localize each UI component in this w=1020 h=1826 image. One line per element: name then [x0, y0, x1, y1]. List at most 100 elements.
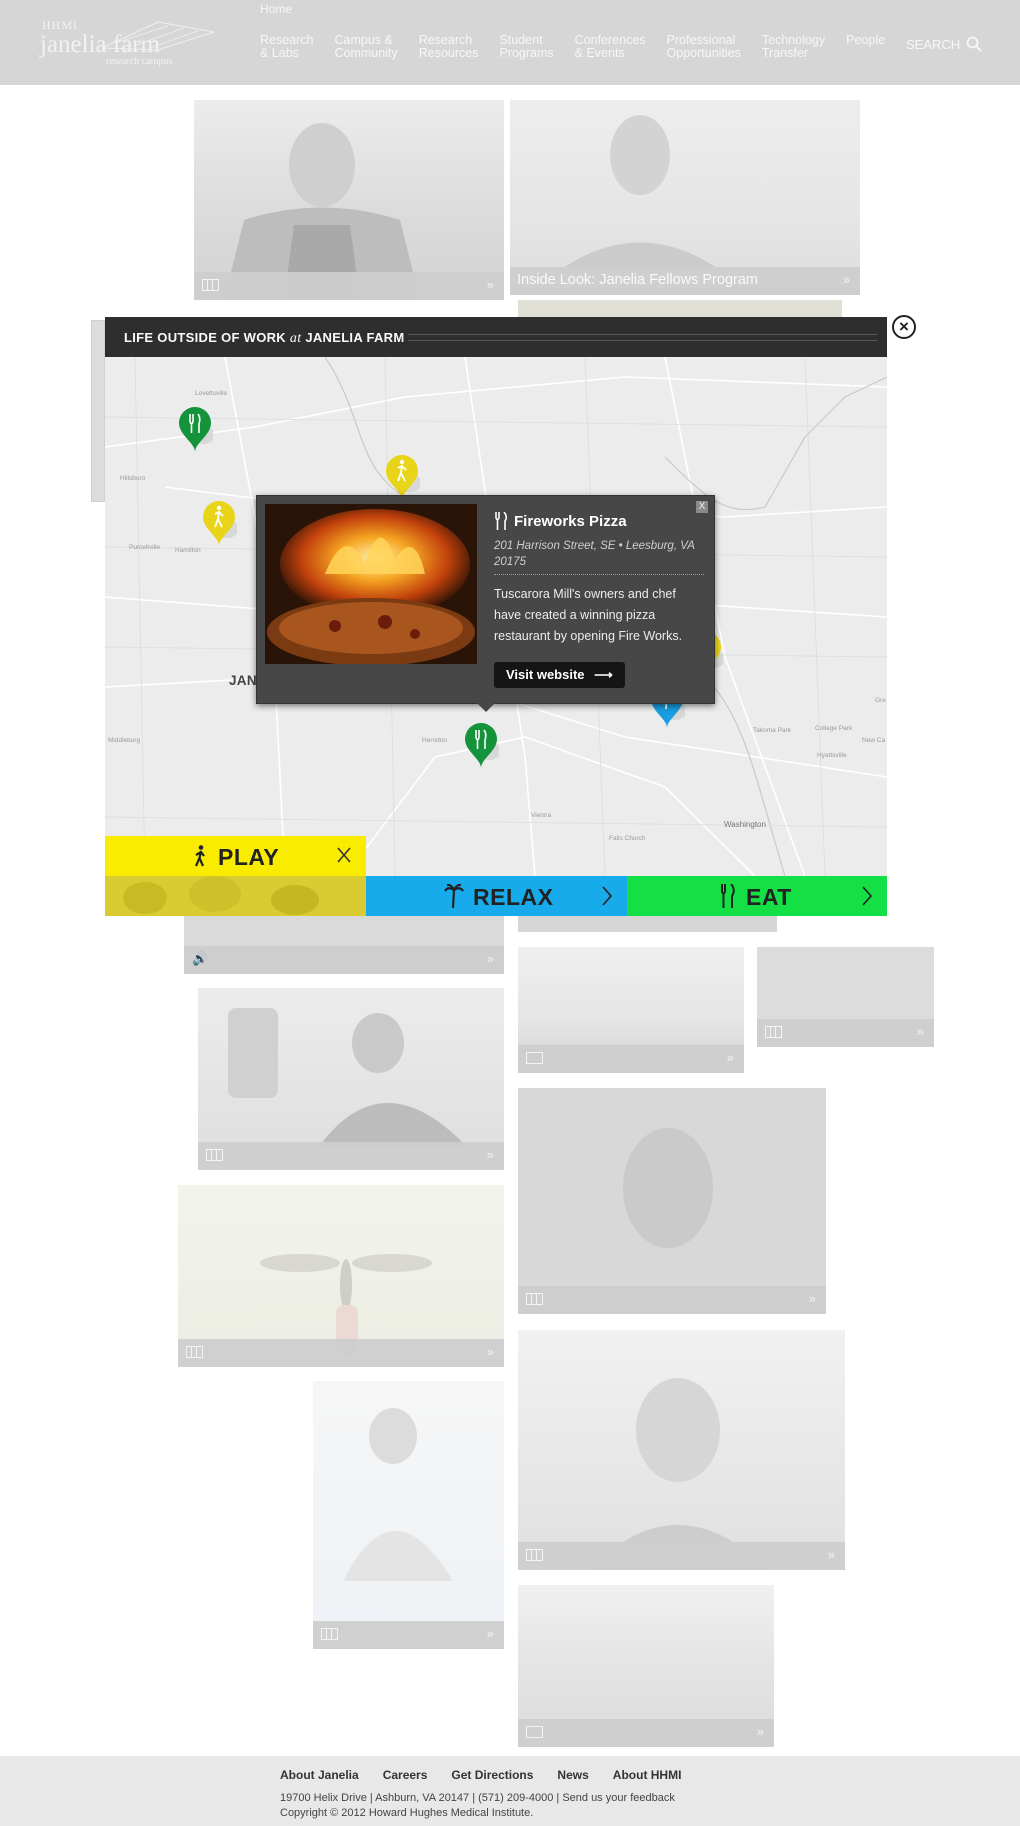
- nav-professional-opportunities[interactable]: Professional Opportunities: [667, 34, 741, 60]
- tile-caption-bar: »: [518, 1045, 744, 1073]
- footer-careers[interactable]: Careers: [383, 1768, 428, 1782]
- place-label: College Park: [815, 725, 853, 732]
- play-label: PLAY: [218, 844, 280, 870]
- place-label: Falls Church: [609, 835, 646, 842]
- video-icon: [206, 1149, 223, 1161]
- tile-caption-bar: »: [757, 1019, 934, 1047]
- visit-website-button[interactable]: Visit website ⟶: [494, 662, 625, 688]
- janelia-logo[interactable]: HHMI janelia farm research campus: [40, 18, 215, 68]
- place-name: Fireworks Pizza: [514, 512, 627, 530]
- search-label: SEARCH: [906, 36, 961, 52]
- eat-pin-icon[interactable]: [463, 721, 499, 769]
- place-label: Takoma Park: [753, 727, 791, 734]
- footer-news[interactable]: News: [557, 1768, 588, 1782]
- more-arrow-icon[interactable]: »: [828, 1547, 835, 1562]
- footer-about-janelia[interactable]: About Janelia: [280, 1768, 359, 1782]
- portrait-photo: [623, 1128, 713, 1248]
- place-label: Gre: [875, 697, 886, 704]
- popup-close-button[interactable]: X: [696, 501, 708, 513]
- photo-tile[interactable]: »: [518, 1088, 826, 1314]
- photo-tile[interactable]: »: [518, 1330, 845, 1570]
- portrait-photo: [343, 1408, 453, 1581]
- footer-copyright: Copyright © 2012 Howard Hughes Medical I…: [280, 1807, 534, 1819]
- close-modal-button[interactable]: ×: [892, 315, 916, 339]
- place-label: Washington: [724, 820, 766, 829]
- logo-sub-text: research campus: [106, 56, 173, 67]
- palm-icon: [444, 884, 464, 908]
- place-label: Purcellville: [129, 544, 161, 551]
- gallery-icon: [526, 1726, 543, 1738]
- more-arrow-icon[interactable]: »: [487, 1626, 494, 1641]
- photo-tile[interactable]: »: [178, 1185, 504, 1367]
- more-arrow-icon[interactable]: »: [843, 272, 850, 287]
- photo-tile[interactable]: Inside Look: Janelia Fellows Program »: [510, 100, 860, 295]
- nav-people[interactable]: People: [846, 34, 885, 60]
- nav-student-programs[interactable]: Student Programs: [499, 34, 553, 60]
- tile-caption-bar: 🔊»: [184, 946, 504, 974]
- search-icon: [966, 36, 982, 52]
- home-link[interactable]: Home: [260, 2, 292, 16]
- more-arrow-icon[interactable]: »: [487, 277, 494, 292]
- modal-header: LIFE OUTSIDE OF WORK at JANELIA FARM: [105, 317, 887, 357]
- area-map[interactable]: Lovettsville Hillsboro Purcellville Hami…: [105, 357, 887, 876]
- photo-tile[interactable]: »: [518, 947, 744, 1073]
- modal-title-post: JANELIA FARM: [301, 330, 405, 345]
- walker-icon: [194, 845, 205, 867]
- portrait-photo: [588, 1378, 768, 1570]
- play-photo-strip: [105, 876, 366, 916]
- tile-caption-bar: »: [518, 1542, 845, 1570]
- footer-get-directions[interactable]: Get Directions: [451, 1768, 533, 1782]
- more-arrow-icon[interactable]: »: [727, 1050, 734, 1065]
- popup-title: Fireworks Pizza: [494, 512, 627, 530]
- nav-research-resources[interactable]: Research Resources: [419, 34, 479, 60]
- fellows-caption[interactable]: Inside Look: Janelia Fellows Program: [517, 272, 758, 288]
- place-description: Tuscarora Mill's owners and chef have cr…: [494, 587, 683, 643]
- tile-caption-bar: »: [194, 272, 504, 300]
- fork-knife-icon: [721, 884, 735, 908]
- more-arrow-icon[interactable]: »: [487, 951, 494, 966]
- video-icon: [186, 1346, 203, 1358]
- play-category-tab[interactable]: PLAY: [105, 836, 366, 876]
- nav-campus-community[interactable]: Campus & Community: [335, 34, 398, 60]
- tile-caption-bar: »: [178, 1339, 504, 1367]
- nav-technology-transfer[interactable]: Technology Transfer: [762, 34, 825, 60]
- modal-title-pre: LIFE OUTSIDE OF WORK: [124, 330, 290, 345]
- play-pin-icon[interactable]: [201, 499, 237, 547]
- tile-caption-bar: »: [313, 1621, 504, 1649]
- oven-fire-image: [265, 504, 477, 664]
- place-address: 201 Harrison Street, SE • Leesburg, VA 2…: [494, 540, 695, 568]
- play-pin-icon[interactable]: [384, 453, 420, 501]
- audio-tile[interactable]: 🔊»: [184, 916, 504, 974]
- photo-tile[interactable]: »: [313, 1381, 504, 1649]
- close-category-icon[interactable]: [336, 845, 352, 865]
- photo-tile[interactable]: »: [198, 988, 504, 1170]
- more-arrow-icon[interactable]: »: [809, 1291, 816, 1306]
- relax-category-tab[interactable]: RELAX: [366, 876, 627, 916]
- place-label: Hillsboro: [120, 475, 146, 482]
- search-button[interactable]: SEARCH: [906, 36, 982, 52]
- video-icon: [526, 1549, 543, 1561]
- more-arrow-icon[interactable]: »: [487, 1344, 494, 1359]
- nav-conferences-events[interactable]: Conferences & Events: [575, 34, 646, 60]
- eat-category-tab[interactable]: EAT: [627, 876, 887, 916]
- map-modal: LIFE OUTSIDE OF WORK at JANELIA FARM Lov…: [105, 317, 887, 916]
- video-icon: [202, 279, 219, 291]
- more-arrow-icon[interactable]: »: [487, 1147, 494, 1162]
- relax-label: RELAX: [473, 884, 554, 910]
- photo-tile[interactable]: »: [518, 1585, 774, 1747]
- tile-caption-bar: »: [198, 1142, 504, 1170]
- more-arrow-icon[interactable]: »: [757, 1724, 764, 1739]
- video-icon: [765, 1026, 782, 1038]
- footer-address: 19700 Helix Drive | Ashburn, VA 20147 | …: [280, 1792, 675, 1804]
- more-arrow-icon[interactable]: »: [917, 1024, 924, 1039]
- speaker-icon: 🔊: [192, 951, 209, 966]
- place-label: Hamilton: [175, 547, 201, 554]
- eat-pin-icon[interactable]: [177, 405, 213, 453]
- arrow-right-icon: ⟶: [594, 667, 613, 682]
- photo-tile[interactable]: [91, 320, 105, 502]
- photo-tile[interactable]: [518, 916, 777, 932]
- photo-tile[interactable]: »: [757, 947, 934, 1047]
- nav-research-labs[interactable]: Research & Labs: [260, 34, 314, 60]
- photo-tile[interactable]: »: [194, 100, 504, 300]
- footer-about-hhmi[interactable]: About HHMI: [613, 1768, 682, 1782]
